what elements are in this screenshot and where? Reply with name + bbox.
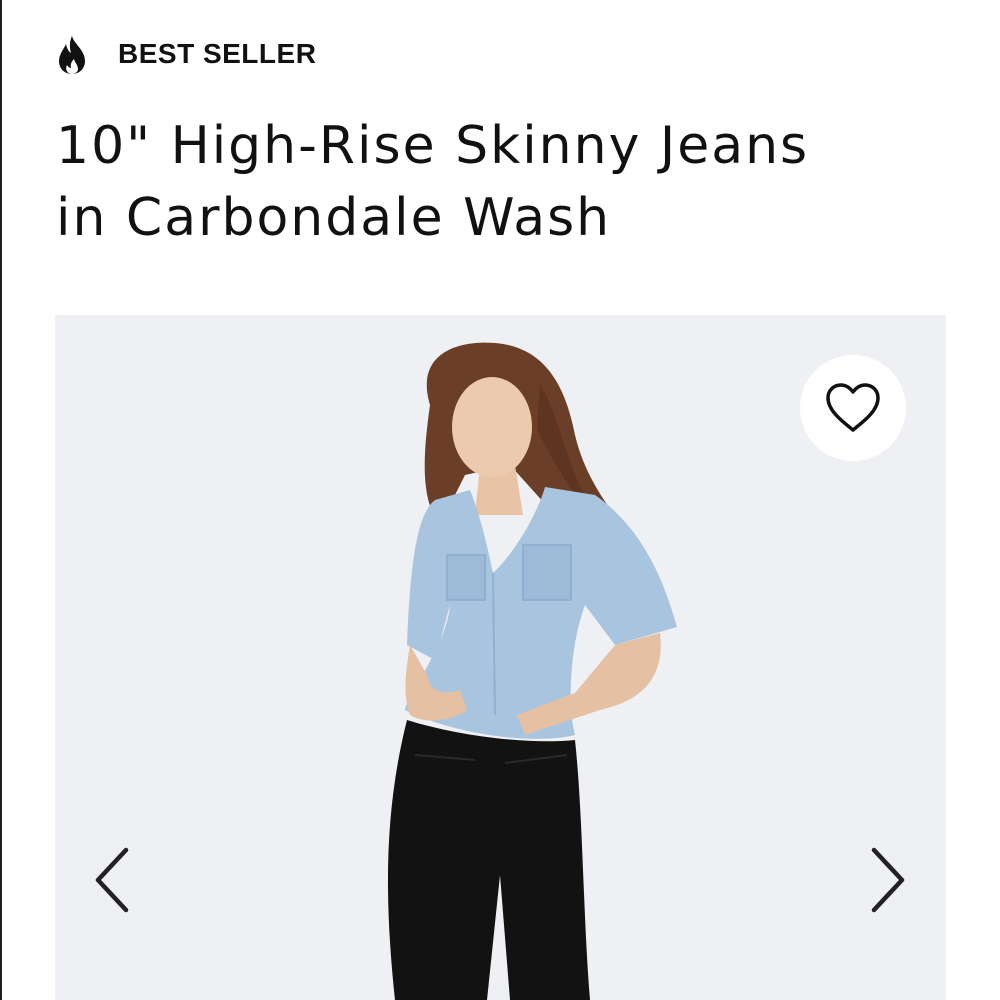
best-seller-badge: BEST SELLER bbox=[56, 34, 316, 74]
next-image-button[interactable] bbox=[863, 845, 913, 915]
heart-icon bbox=[826, 383, 880, 432]
previous-image-button[interactable] bbox=[87, 845, 137, 915]
screen-edge bbox=[0, 0, 2, 1000]
badge-label: BEST SELLER bbox=[118, 38, 317, 69]
product-title: 10" High-Rise Skinny Jeans in Carbondale… bbox=[56, 110, 956, 254]
product-image-gallery[interactable] bbox=[55, 315, 946, 1000]
chevron-left-icon bbox=[95, 847, 129, 913]
flame-icon bbox=[56, 34, 88, 74]
chevron-right-icon bbox=[871, 847, 905, 913]
product-title-line-2: in Carbondale Wash bbox=[56, 188, 612, 248]
product-title-line-1: 10" High-Rise Skinny Jeans bbox=[56, 116, 810, 176]
favorite-button[interactable] bbox=[800, 355, 906, 461]
product-page: BEST SELLER 10" High-Rise Skinny Jeans i… bbox=[0, 0, 1000, 1000]
